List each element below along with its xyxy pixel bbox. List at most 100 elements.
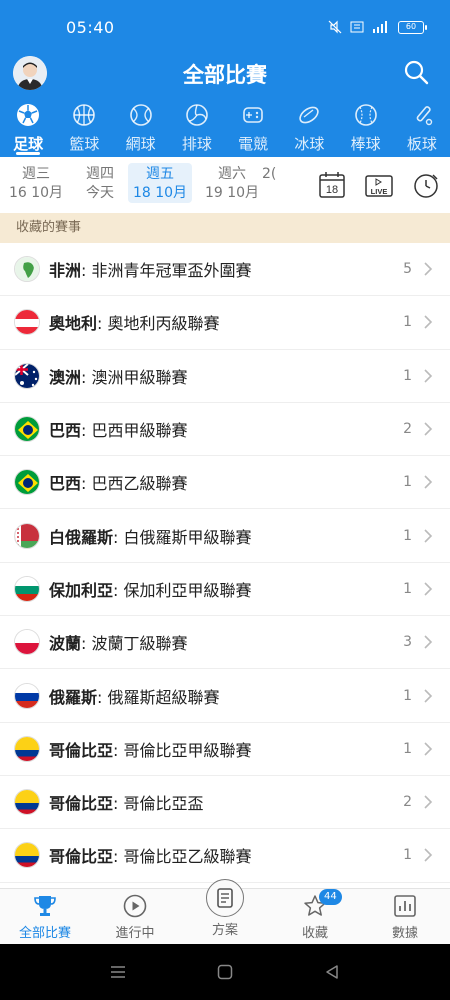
nav-data[interactable]: 數據	[360, 889, 450, 944]
live-tv-icon[interactable]: LIVE	[364, 170, 394, 200]
match-count: 3	[403, 634, 412, 651]
tab-volleyball[interactable]: 排球	[169, 100, 225, 157]
gamepad-icon	[243, 107, 263, 123]
league-name: 澳洲甲級聯賽	[91, 367, 188, 387]
soccer-ball-icon	[17, 104, 40, 126]
league-row[interactable]: 哥倫比亞: 哥倫比亞盃 2	[0, 776, 450, 830]
league-row[interactable]: 非洲: 非洲青年冠軍盃外圍賽 5	[0, 243, 450, 297]
bar-chart-icon	[394, 895, 416, 917]
page-title: 全部比賽	[183, 63, 267, 87]
system-nav-bar	[0, 944, 450, 1000]
date-weekday: 週三	[22, 166, 50, 182]
league-country: 奧地利	[49, 314, 98, 334]
tab-esports[interactable]: 電競	[225, 100, 281, 157]
league-country: 巴西	[49, 421, 82, 441]
date-weekday: 週四	[86, 166, 114, 182]
tab-basketball[interactable]: 籃球	[56, 100, 112, 157]
match-count: 1	[403, 314, 412, 331]
bulgaria-flag-icon	[14, 575, 40, 602]
home-icon[interactable]	[217, 964, 233, 980]
league-country: 白俄羅斯	[49, 527, 114, 547]
league-row[interactable]: 奧地利: 奧地利丙級聯賽 1	[0, 296, 450, 350]
sport-tabs: 足球 籃球 網球 排球 電競 冰球 棒球 板球	[0, 100, 450, 157]
chevron-right-icon	[424, 315, 433, 330]
timer-icon[interactable]	[411, 170, 441, 200]
tab-soccer[interactable]: 足球	[0, 100, 56, 157]
basketball-icon	[73, 104, 96, 126]
match-count: 1	[403, 580, 412, 597]
league-row[interactable]: 巴西: 巴西乙級聯賽 1	[0, 456, 450, 510]
league-country: 非洲	[49, 261, 82, 281]
nav-label: 全部比賽	[18, 926, 71, 941]
tab-label: 籃球	[69, 135, 100, 153]
tab-ice-hockey[interactable]: 冰球	[281, 100, 337, 157]
chevron-right-icon	[424, 635, 433, 649]
tab-label: 足球	[13, 135, 44, 153]
date-weekday: 週五	[146, 166, 174, 182]
tab-tennis[interactable]: 網球	[113, 100, 169, 157]
match-count: 2	[403, 794, 412, 811]
match-count: 1	[403, 527, 412, 544]
league-row[interactable]: 哥倫比亞: 哥倫比亞甲級聯賽 1	[0, 723, 450, 776]
brazil-flag-icon	[14, 416, 40, 443]
nav-plans[interactable]: 方案	[180, 879, 270, 944]
league-row[interactable]: 保加利亞: 保加利亞甲級聯賽 1	[0, 563, 450, 617]
league-country: 俄羅斯	[49, 687, 98, 707]
plans-button-ring	[206, 879, 244, 917]
chevron-right-icon	[424, 529, 433, 543]
signal-icon	[373, 21, 387, 33]
date-item[interactable]: 週六 19 10月	[200, 165, 264, 203]
tab-cricket[interactable]: 板球	[394, 100, 450, 157]
league-row[interactable]: 白俄羅斯: 白俄羅斯甲級聯賽 1	[0, 509, 450, 563]
date-item-selected[interactable]: 週五 18 10月	[128, 163, 192, 203]
date-label: 今天	[86, 185, 114, 201]
match-count: 1	[403, 740, 412, 757]
nav-live[interactable]: 進行中	[90, 889, 180, 944]
cricket-bat-icon	[416, 106, 433, 126]
date-tools: 18 LIVE	[300, 157, 450, 213]
mute-icon	[328, 20, 342, 34]
league-name: 保加利亞甲級聯賽	[123, 580, 252, 600]
league-row[interactable]: 俄羅斯: 俄羅斯超級聯賽 1	[0, 669, 450, 723]
league-country: 哥倫比亞	[49, 740, 114, 760]
league-row[interactable]: 波蘭: 波蘭丁級聯賽 3	[0, 616, 450, 670]
tab-baseball[interactable]: 棒球	[338, 100, 394, 157]
league-country: 波蘭	[49, 634, 82, 654]
league-row[interactable]: 巴西: 巴西甲級聯賽 2	[0, 403, 450, 457]
league-name: 奧地利丙級聯賽	[107, 314, 220, 334]
date-selector: 週三 16 10月 週四 今天 週五 18 10月 週六 19 10月 2( 1…	[0, 157, 450, 213]
back-icon[interactable]	[324, 964, 340, 980]
africa-flag-icon	[14, 256, 40, 283]
date-item[interactable]: 2(	[262, 165, 288, 184]
league-name: 波蘭丁級聯賽	[91, 634, 188, 654]
document-icon	[217, 888, 233, 908]
poland-flag-icon	[14, 629, 40, 656]
nav-favorites[interactable]: 44 收藏	[270, 889, 360, 944]
chevron-right-icon	[424, 369, 433, 383]
search-icon[interactable]	[402, 58, 430, 86]
russia-flag-icon	[14, 682, 40, 709]
match-count: 1	[403, 687, 412, 704]
league-name: 巴西甲級聯賽	[91, 421, 188, 441]
belarus-flag-icon	[14, 522, 40, 549]
nav-all-matches[interactable]: 全部比賽	[0, 889, 90, 944]
nav-label: 進行中	[115, 926, 155, 941]
menu-icon[interactable]	[110, 964, 126, 980]
league-name: 俄羅斯超級聯賽	[107, 687, 220, 707]
brazil-flag-icon	[14, 469, 40, 496]
date-item[interactable]: 週四 今天	[68, 165, 132, 203]
battery-icon: 60	[398, 20, 427, 34]
calendar-icon[interactable]: 18	[317, 170, 347, 200]
tab-label: 排球	[181, 135, 212, 153]
league-row[interactable]: 哥倫比亞: 哥倫比亞乙級聯賽 1	[0, 829, 450, 883]
nav-label: 方案	[211, 923, 238, 938]
live-label: LIVE	[371, 187, 388, 196]
chevron-right-icon	[424, 422, 433, 436]
match-count: 1	[403, 847, 412, 864]
league-row[interactable]: 澳洲: 澳洲甲級聯賽 1	[0, 350, 450, 403]
hockey-puck-icon	[299, 106, 320, 124]
nav-label: 收藏	[301, 926, 328, 941]
league-country: 澳洲	[49, 367, 82, 387]
date-item[interactable]: 週三 16 10月	[4, 165, 68, 203]
tab-label: 冰球	[294, 135, 325, 153]
